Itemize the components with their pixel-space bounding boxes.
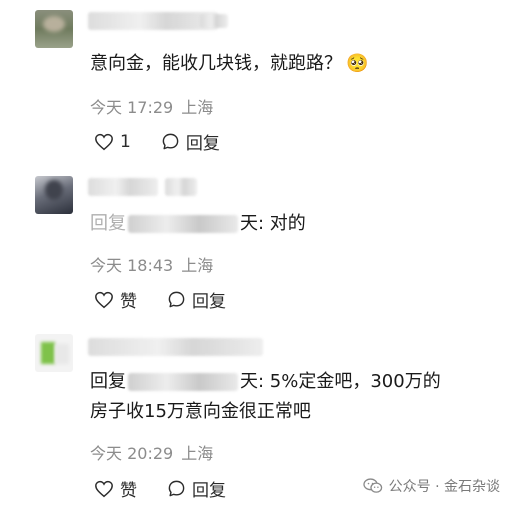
comment-text-body: 意向金，能收几块钱，就跑路？ bbox=[90, 53, 342, 74]
comment-location: 上海 bbox=[181, 256, 214, 275]
comment-date: 今天 17:29 bbox=[90, 98, 174, 117]
reply-label: 回复 bbox=[192, 292, 226, 312]
reply-prefix: 回复 bbox=[90, 213, 126, 234]
watermark-text: 公众号 · 金石杂谈 bbox=[388, 479, 500, 495]
comment-date: 今天 18:43 bbox=[90, 256, 174, 275]
comment-text: 回复 天: 5%定金吧，300万的 bbox=[90, 368, 441, 396]
comment-location: 上海 bbox=[181, 98, 214, 117]
comment-meta: 今天 18:43 上海 bbox=[90, 252, 221, 276]
reply-label: 回复 bbox=[185, 134, 220, 154]
avatar[interactable] bbox=[35, 334, 73, 372]
comment-meta: 今天 20:29 上海 bbox=[90, 440, 221, 464]
heart-icon bbox=[95, 291, 113, 308]
comment-meta: 今天 17:29 上海 bbox=[90, 94, 221, 118]
like-label: 赞 bbox=[120, 292, 137, 312]
nickname-redacted[interactable] bbox=[88, 178, 158, 196]
comment-text: 回复 天: 对的 bbox=[90, 210, 306, 238]
like-label: 赞 bbox=[120, 481, 137, 501]
comment-location: 上海 bbox=[181, 444, 214, 463]
speech-bubble-icon bbox=[162, 133, 179, 150]
watermark: 公众号 · 金石杂谈 bbox=[362, 476, 500, 496]
reply-text: 天: 5%定金吧，300万的 bbox=[240, 371, 441, 392]
nickname-redacted-2 bbox=[200, 14, 228, 28]
comment-actions: 赞 回复 bbox=[94, 476, 226, 501]
avatar[interactable] bbox=[35, 10, 73, 48]
reply-button[interactable]: 回复 bbox=[167, 287, 226, 312]
mention-redacted[interactable] bbox=[128, 215, 238, 233]
speech-bubble-icon bbox=[168, 291, 185, 308]
reply-text: 天: 对的 bbox=[240, 213, 306, 234]
heart-icon bbox=[95, 480, 113, 497]
speech-bubble-icon bbox=[168, 480, 185, 497]
like-count: 1 bbox=[120, 131, 131, 152]
nickname-redacted[interactable] bbox=[88, 338, 263, 356]
reply-label: 回复 bbox=[192, 481, 226, 501]
like-button[interactable]: 赞 bbox=[94, 476, 137, 501]
like-button[interactable]: 1 bbox=[94, 132, 131, 152]
comment-text-line-2: 房子收15万意向金很正常吧 bbox=[90, 398, 311, 426]
nickname-redacted-2 bbox=[165, 178, 197, 196]
nickname-redacted[interactable] bbox=[88, 12, 218, 30]
heart-icon bbox=[95, 133, 113, 150]
reply-button[interactable]: 回复 bbox=[167, 476, 226, 501]
comment-text: 意向金，能收几块钱，就跑路？ 🥺 bbox=[90, 50, 368, 78]
pleading-face-emoji: 🥺 bbox=[346, 53, 369, 74]
comment-actions: 1 回复 bbox=[94, 129, 220, 154]
comment-actions: 赞 回复 bbox=[94, 287, 226, 312]
reply-button[interactable]: 回复 bbox=[161, 129, 220, 154]
mention-redacted[interactable] bbox=[128, 373, 238, 391]
like-button[interactable]: 赞 bbox=[94, 287, 137, 312]
comment-date: 今天 20:29 bbox=[90, 444, 174, 463]
reply-text-2: 房子收15万意向金很正常吧 bbox=[90, 401, 311, 422]
wechat-official-account-icon bbox=[362, 478, 382, 493]
reply-prefix: 回复 bbox=[90, 371, 126, 392]
avatar[interactable] bbox=[35, 176, 73, 214]
